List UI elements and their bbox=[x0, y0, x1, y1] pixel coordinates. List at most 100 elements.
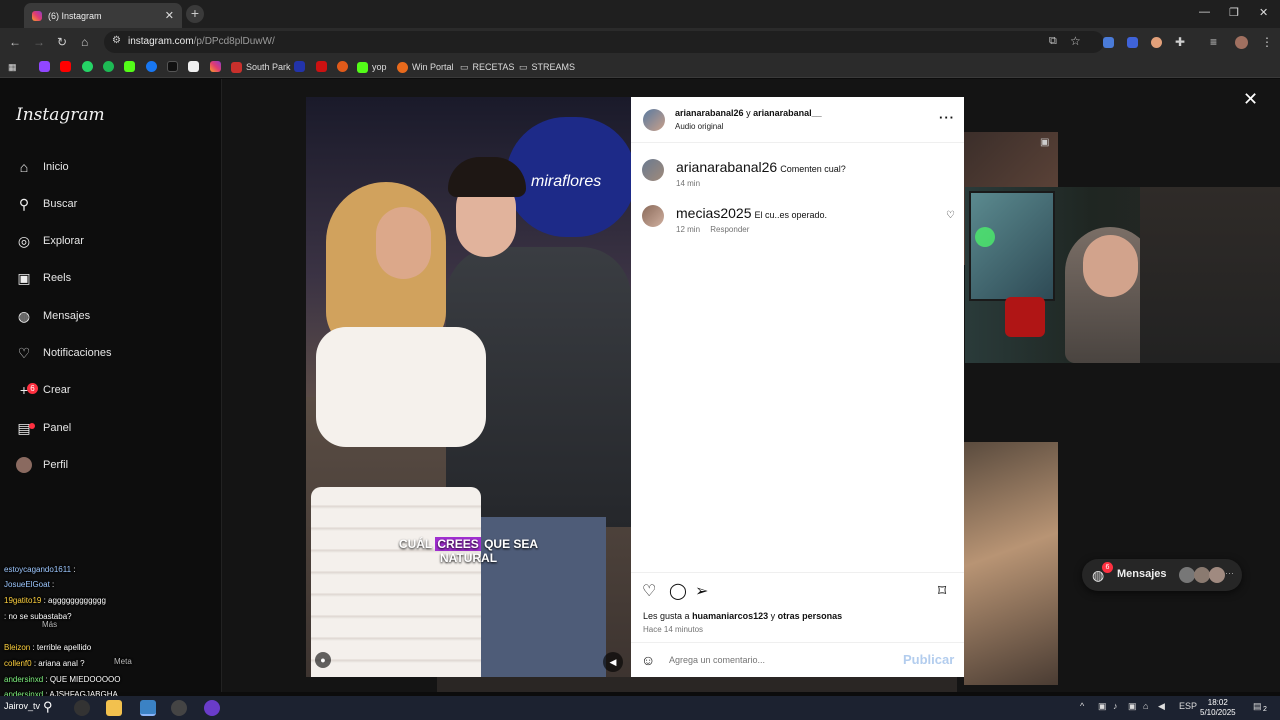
reply-button[interactable]: Responder bbox=[710, 225, 749, 234]
url-text[interactable]: instagram.com/p/DPcd8plDuwW/ bbox=[128, 36, 275, 47]
save-bookmark-icon[interactable]: ⌑ bbox=[938, 581, 946, 601]
kick-icon[interactable] bbox=[124, 61, 135, 72]
extension-icon[interactable] bbox=[1127, 37, 1138, 48]
twitch-icon[interactable] bbox=[39, 61, 50, 72]
share-icon[interactable]: ➢ bbox=[695, 581, 708, 601]
obs-icon[interactable] bbox=[74, 700, 90, 716]
tray-chevron-icon[interactable]: ^ bbox=[1080, 701, 1084, 711]
comment-username[interactable]: arianarabanal26 bbox=[676, 159, 777, 175]
chat-user: 19gatito19 bbox=[4, 596, 42, 605]
language-indicator[interactable]: ESP bbox=[1179, 701, 1197, 711]
caption-highlight: CREES bbox=[435, 537, 481, 551]
spotify-icon[interactable] bbox=[103, 61, 114, 72]
caption-text: CU bbox=[398, 537, 417, 551]
comment-input[interactable] bbox=[669, 655, 889, 665]
youtube-icon[interactable] bbox=[60, 61, 71, 72]
comment-time[interactable]: 12 min bbox=[676, 225, 700, 234]
site-info-icon[interactable]: ⚙ bbox=[112, 35, 121, 46]
chrome-icon[interactable] bbox=[140, 700, 156, 716]
sidebar-item-crear[interactable]: + Crear bbox=[16, 382, 71, 398]
author-link[interactable]: arianarabanal26 bbox=[675, 108, 744, 118]
new-tab-button[interactable]: + bbox=[186, 5, 204, 23]
bookmark-star-icon[interactable]: ☆ bbox=[1070, 34, 1081, 48]
extensions-puzzle-icon[interactable]: ✚ bbox=[1175, 35, 1185, 49]
close-tab-icon[interactable]: ✕ bbox=[165, 9, 174, 22]
emoji-icon[interactable]: ☺ bbox=[641, 652, 655, 668]
more-options-icon[interactable]: ··· bbox=[939, 110, 955, 125]
tiktok-icon[interactable] bbox=[167, 61, 178, 72]
comment: mecias2025 El cu..es operado. bbox=[676, 205, 827, 221]
tagged-users-icon[interactable]: ● bbox=[315, 652, 331, 668]
menu-kebab-icon[interactable]: ⋮ bbox=[1261, 35, 1273, 49]
likes-prefix: Les gusta a bbox=[643, 611, 690, 621]
chat-message: : QUE MIEDOOOOO bbox=[45, 675, 121, 684]
bookmark-m-icon[interactable] bbox=[294, 61, 305, 72]
close-modal-icon[interactable]: ✕ bbox=[1243, 89, 1258, 110]
feed-tile[interactable] bbox=[964, 442, 1058, 685]
back-icon[interactable]: ← bbox=[9, 35, 21, 49]
likes-user-link[interactable]: huamaniarcos123 bbox=[692, 611, 768, 621]
profile-avatar-icon[interactable] bbox=[1235, 36, 1248, 49]
instagram-icon[interactable] bbox=[210, 61, 221, 72]
comment-icon[interactable]: ◯ bbox=[669, 581, 687, 601]
volume-icon[interactable]: ◀ bbox=[1158, 701, 1165, 712]
home-icon[interactable]: ⌂ bbox=[81, 35, 88, 49]
sidebar-item-perfil[interactable]: Perfil bbox=[16, 457, 68, 473]
notifications-icon[interactable]: ▤ bbox=[1253, 701, 1262, 712]
media-control-icon[interactable]: ≡ bbox=[1210, 35, 1217, 49]
comment-time[interactable]: 14 min bbox=[676, 179, 700, 188]
publish-button[interactable]: Publicar bbox=[903, 652, 954, 667]
extension-icon[interactable] bbox=[1151, 37, 1162, 48]
bookmark-south-park[interactable]: South Park bbox=[231, 60, 291, 74]
sidebar-item-buscar[interactable]: ⚲ Buscar bbox=[16, 196, 77, 212]
sidebar-item-panel[interactable]: ▤ Panel bbox=[16, 420, 71, 436]
tray-app-icon[interactable]: ▣ bbox=[1128, 701, 1137, 712]
comment-avatar[interactable] bbox=[642, 159, 664, 181]
translate-extension-icon[interactable] bbox=[1103, 37, 1114, 48]
install-app-icon[interactable]: ⧉ bbox=[1049, 35, 1057, 48]
reload-icon[interactable]: ↻ bbox=[57, 35, 67, 49]
like-comment-icon[interactable]: ♡ bbox=[946, 210, 955, 221]
bookmark-folder-recetas[interactable]: ▭ RECETAS bbox=[460, 60, 514, 74]
audio-link[interactable]: Audio original bbox=[675, 122, 723, 131]
likes-others-link[interactable]: otras personas bbox=[778, 611, 843, 621]
window-close-icon[interactable]: ✕ bbox=[1259, 6, 1268, 19]
clock[interactable]: 18:02 5/10/2025 bbox=[1200, 698, 1236, 718]
bookmark-win-portal[interactable]: Win Portal bbox=[397, 60, 454, 74]
facebook-icon[interactable] bbox=[146, 61, 157, 72]
sidebar-item-reels[interactable]: ▣ Reels bbox=[16, 270, 71, 286]
comment-avatar[interactable] bbox=[642, 205, 664, 227]
search-icon[interactable]: ⚲ bbox=[43, 699, 53, 715]
file-explorer-icon[interactable] bbox=[106, 700, 122, 716]
apps-grid-icon[interactable]: ▦ bbox=[8, 60, 17, 74]
sidebar-item-explorar[interactable]: ◎ Explorar bbox=[16, 233, 84, 249]
amazon-icon[interactable] bbox=[188, 61, 199, 72]
post-video[interactable]: miraflores CUÁL CREES QUE SEA NATURAL ● … bbox=[306, 97, 631, 677]
browser-tab[interactable]: (6) Instagram ✕ bbox=[24, 3, 182, 28]
sidebar-item-notificaciones[interactable]: ♡ Notificaciones bbox=[16, 345, 112, 361]
comment-username[interactable]: mecias2025 bbox=[676, 205, 752, 221]
bookmark-red-icon[interactable] bbox=[316, 61, 327, 72]
bookmark-orange-icon[interactable] bbox=[337, 61, 348, 72]
restore-icon[interactable]: ❐ bbox=[1229, 6, 1239, 19]
minimize-icon[interactable]: — bbox=[1199, 6, 1210, 18]
instagram-logo[interactable]: Instagram bbox=[16, 105, 105, 125]
app-icon[interactable] bbox=[171, 700, 187, 716]
home-icon: ⌂ bbox=[19, 159, 29, 175]
bookmark-folder-streams[interactable]: ▭ STREAMS bbox=[519, 60, 575, 74]
tray-app-icon[interactable]: ▣ bbox=[1098, 701, 1107, 712]
volume-icon[interactable]: ◀ bbox=[603, 652, 623, 672]
messages-pill[interactable]: ◍ 6 Mensajes ··· bbox=[1082, 559, 1242, 591]
microphone-icon[interactable]: ♪ bbox=[1113, 701, 1118, 711]
whatsapp-icon[interactable] bbox=[82, 61, 93, 72]
like-icon[interactable]: ♡ bbox=[642, 581, 656, 601]
author-avatar[interactable] bbox=[643, 109, 665, 131]
address-bar[interactable]: ⚙ instagram.com/p/DPcd8plDuwW/ ⧉ ☆ bbox=[104, 31, 1104, 53]
bookmark-yop[interactable]: yop bbox=[357, 60, 387, 74]
network-icon[interactable]: ⌂ bbox=[1143, 701, 1148, 711]
forward-icon[interactable]: → bbox=[33, 35, 45, 49]
author-link[interactable]: arianarabanal__ bbox=[753, 108, 822, 118]
sidebar-item-inicio[interactable]: ⌂ Inicio bbox=[16, 159, 69, 175]
app-icon[interactable] bbox=[204, 700, 220, 716]
sidebar-item-mensajes[interactable]: ◍ Mensajes bbox=[16, 308, 90, 324]
